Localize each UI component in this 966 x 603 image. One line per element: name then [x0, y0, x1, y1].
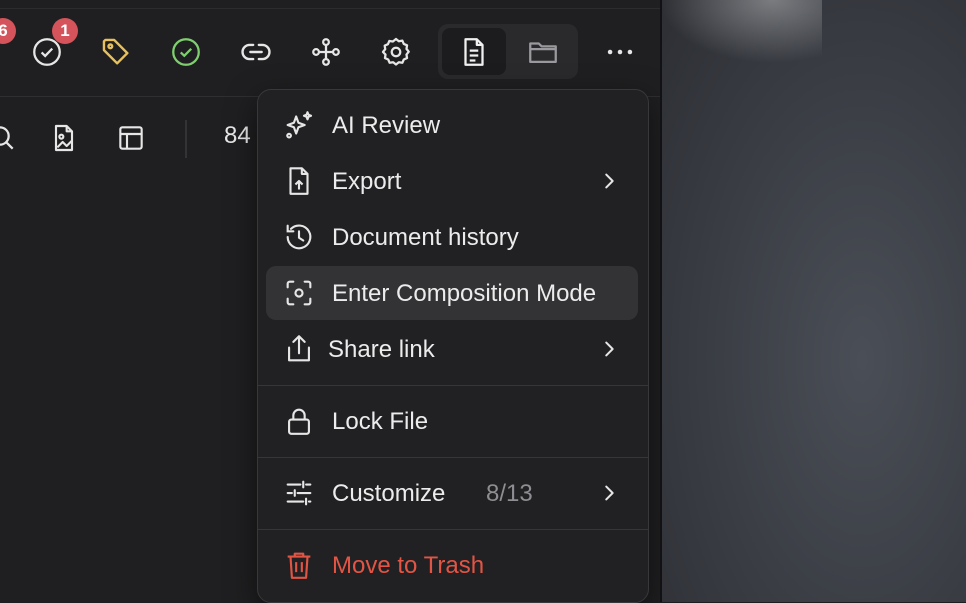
- focus-icon: [282, 276, 316, 310]
- toolbar-separator: [185, 120, 187, 158]
- file-export-icon: [282, 164, 316, 198]
- menu-item-move-to-trash[interactable]: Move to Trash: [266, 538, 638, 592]
- menu-item-label: Document history: [332, 224, 519, 251]
- menu-item-document-history[interactable]: Document history: [266, 210, 638, 264]
- document-icon[interactable]: [456, 34, 492, 70]
- lock-icon: [282, 404, 316, 438]
- menu-item-label: Export: [332, 168, 402, 195]
- share-icon: [282, 332, 316, 366]
- more-menu: AI Review Export Document history Enter …: [257, 89, 649, 603]
- menu-item-label: Customize: [332, 480, 446, 507]
- menu-item-label: Enter Composition Mode: [332, 280, 597, 307]
- menu-item-customize[interactable]: Customize 8/13: [266, 466, 638, 520]
- customize-count: 8/13: [486, 480, 533, 507]
- menu-item-lock-file[interactable]: Lock File: [266, 394, 638, 448]
- table-icon[interactable]: [113, 120, 149, 156]
- window-top-line: [0, 8, 660, 9]
- chevron-right-icon: [598, 482, 620, 504]
- desktop-wallpaper: [662, 0, 966, 602]
- folder-icon[interactable]: [525, 34, 561, 70]
- search-icon[interactable]: [0, 120, 20, 156]
- menu-divider: [258, 385, 648, 386]
- menu-item-label: Move to Trash: [332, 552, 485, 579]
- history-icon: [282, 220, 316, 254]
- sparkles-icon: [282, 108, 316, 142]
- menu-item-label: AI Review: [332, 112, 441, 139]
- menu-item-label: Share link: [328, 336, 435, 363]
- menu-item-label: Lock File: [332, 408, 429, 435]
- menu-item-composition-mode[interactable]: Enter Composition Mode: [266, 266, 638, 320]
- menu-item-share-link[interactable]: Share link: [266, 322, 638, 376]
- wallpaper-rainbow-arc: [662, 0, 966, 426]
- notification-badge: 6: [0, 18, 16, 44]
- menu-divider: [258, 457, 648, 458]
- sliders-icon: [282, 476, 316, 510]
- menu-item-ai-review[interactable]: AI Review: [266, 98, 638, 152]
- image-icon[interactable]: [46, 120, 82, 156]
- chevron-right-icon: [598, 170, 620, 192]
- menu-divider: [258, 529, 648, 530]
- more-icon[interactable]: [602, 34, 638, 70]
- check-circle-icon[interactable]: [168, 34, 204, 70]
- link-icon[interactable]: [238, 34, 274, 70]
- graph-icon[interactable]: [308, 34, 344, 70]
- settings-icon[interactable]: [378, 34, 414, 70]
- menu-item-export[interactable]: Export: [266, 154, 638, 208]
- zoom-level[interactable]: 84: [224, 122, 251, 150]
- chevron-right-icon: [598, 338, 620, 360]
- trash-icon: [282, 548, 316, 582]
- editor-window: 6 1 84 AI Review Export Document history…: [0, 0, 660, 603]
- tasks-badge: 1: [52, 18, 78, 44]
- tag-icon[interactable]: [98, 34, 134, 70]
